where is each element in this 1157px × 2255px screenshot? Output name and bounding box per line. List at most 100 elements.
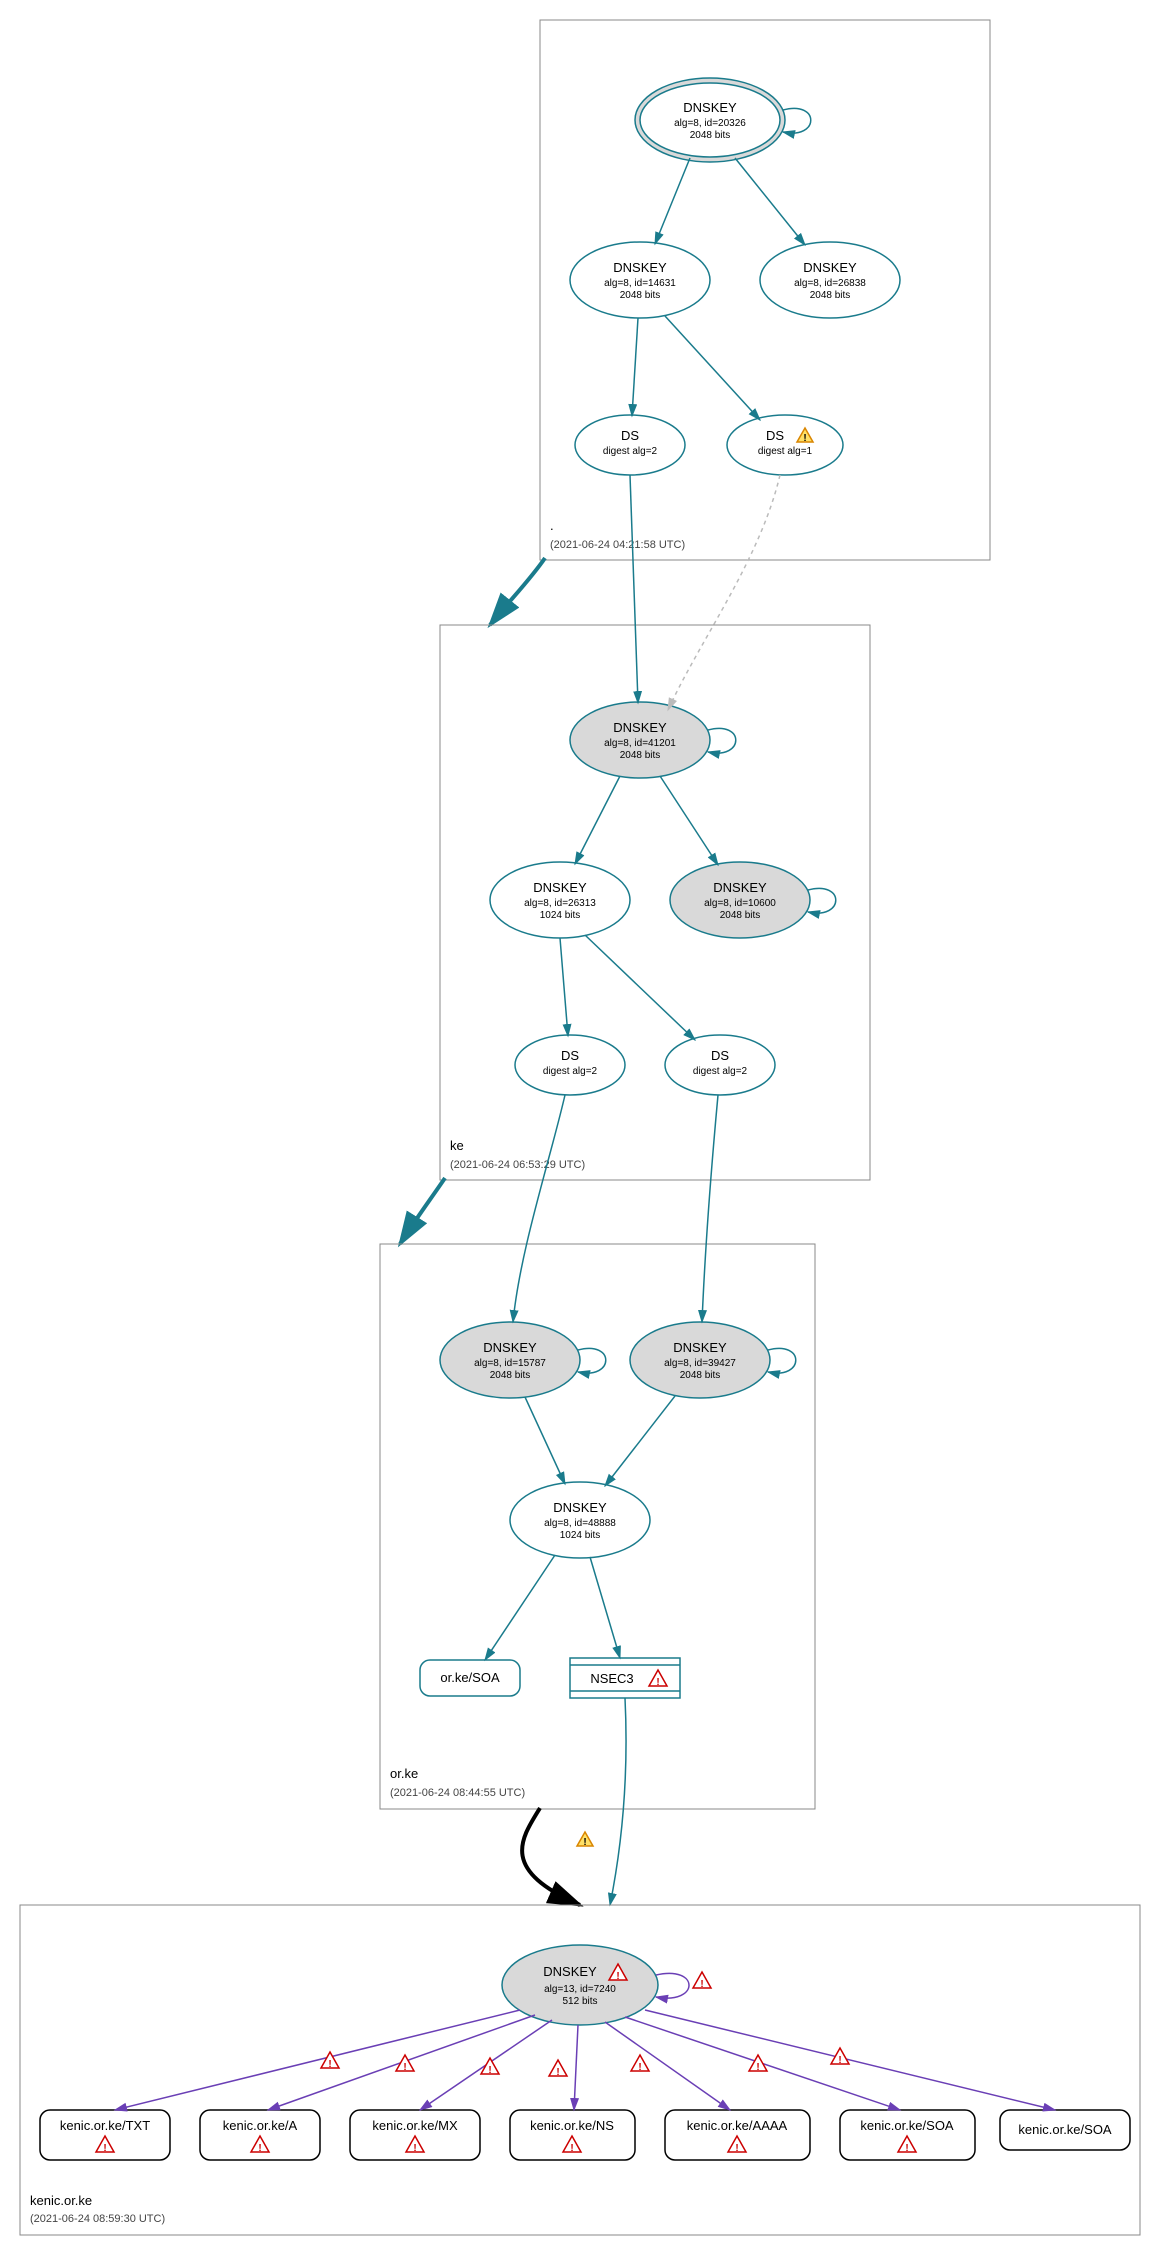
svg-text:2048 bits: 2048 bits: [680, 1370, 721, 1381]
svg-text:!: !: [803, 433, 806, 444]
edge-orke-ksk2-self: [768, 1348, 796, 1373]
svg-text:alg=8, id=41201: alg=8, id=41201: [604, 738, 676, 749]
edge-deleg-root-ke: [490, 558, 545, 625]
svg-text:DS: DS: [766, 428, 784, 443]
node-ke-ds1[interactable]: DS digest alg=2: [515, 1035, 625, 1095]
svg-text:2048 bits: 2048 bits: [490, 1370, 531, 1381]
node-kenic-mx[interactable]: kenic.or.ke/MX!: [350, 2110, 480, 2160]
node-ke-zsk1[interactable]: DNSKEY alg=8, id=26313 1024 bits: [490, 862, 630, 938]
svg-text:512 bits: 512 bits: [562, 1996, 597, 2007]
edge-root-ksk-self: [783, 108, 811, 133]
svg-text:!: !: [905, 2143, 908, 2154]
node-kenic-ns[interactable]: kenic.or.ke/NS!: [510, 2110, 635, 2160]
zone-kenic-label: kenic.or.ke: [30, 2193, 92, 2208]
edge-key-soa2: [645, 2010, 1055, 2110]
svg-text:alg=8, id=48888: alg=8, id=48888: [544, 1518, 616, 1529]
node-orke-zsk[interactable]: DNSKEY alg=8, id=48888 1024 bits: [510, 1482, 650, 1558]
svg-text:2048 bits: 2048 bits: [620, 290, 661, 301]
edge-orkezsk-soa: [485, 1555, 555, 1660]
svg-text:DS: DS: [561, 1048, 579, 1063]
zone-root-timestamp: (2021-06-24 04:21:58 UTC): [550, 539, 685, 551]
node-orke-ksk2[interactable]: DNSKEY alg=8, id=39427 2048 bits: [630, 1322, 770, 1398]
node-root-ksk[interactable]: DNSKEY alg=8, id=20326 2048 bits: [635, 78, 785, 162]
node-root-zsk2[interactable]: DNSKEY alg=8, id=26838 2048 bits: [760, 242, 900, 318]
svg-text:DNSKEY: DNSKEY: [533, 880, 587, 895]
edge-ke-ds1-orke-ksk1: [513, 1095, 565, 1322]
edge-kezsk1-ds1: [560, 938, 568, 1036]
svg-text:digest alg=1: digest alg=1: [758, 446, 813, 457]
node-kenic-key[interactable]: DNSKEY ! alg=13, id=7240 512 bits: [502, 1945, 658, 2025]
edge-deleg-orke-kenic: [522, 1808, 580, 1905]
edge-deleg-ke-orke: [400, 1178, 445, 1244]
svg-text:!: !: [735, 2143, 738, 2154]
node-root-ds2[interactable]: DS digest alg=1 !: [727, 415, 843, 475]
edge-zsk1-ds1: [632, 318, 638, 416]
node-kenic-soa2[interactable]: kenic.or.ke/SOA: [1000, 2110, 1130, 2150]
node-ke-zsk2[interactable]: DNSKEY alg=8, id=10600 2048 bits: [670, 862, 810, 938]
zone-orke-label: or.ke: [390, 1766, 418, 1781]
svg-text:kenic.or.ke/SOA: kenic.or.ke/SOA: [1018, 2122, 1112, 2137]
svg-text:alg=13, id=7240: alg=13, id=7240: [544, 1984, 616, 1995]
svg-text:alg=8, id=26313: alg=8, id=26313: [524, 898, 596, 909]
svg-text:!: !: [258, 2143, 261, 2154]
svg-text:digest alg=2: digest alg=2: [603, 446, 658, 457]
svg-text:DNSKEY: DNSKEY: [613, 260, 667, 275]
node-kenic-a[interactable]: kenic.or.ke/A!: [200, 2110, 320, 2160]
node-orke-ksk1[interactable]: DNSKEY alg=8, id=15787 2048 bits: [440, 1322, 580, 1398]
svg-text:!: !: [838, 2055, 841, 2066]
zone-ke-timestamp: (2021-06-24 06:53:29 UTC): [450, 1159, 585, 1171]
svg-text:!: !: [756, 2062, 759, 2073]
node-kenic-aaaa[interactable]: kenic.or.ke/AAAA!: [665, 2110, 810, 2160]
error-icon: !: [631, 2055, 649, 2073]
svg-text:1024 bits: 1024 bits: [560, 1530, 601, 1541]
zone-orke: or.ke (2021-06-24 08:44:55 UTC) DNSKEY a…: [380, 1095, 815, 1809]
edge-zsk1-ds2: [665, 316, 760, 420]
svg-text:kenic.or.ke/AAAA: kenic.or.ke/AAAA: [687, 2118, 788, 2133]
svg-text:!: !: [616, 1971, 619, 1982]
edge-ke-zsk2-self: [808, 888, 836, 913]
svg-text:2048 bits: 2048 bits: [690, 130, 731, 141]
edge-key-txt: [115, 2010, 520, 2110]
edge-keksk-zsk2: [660, 776, 718, 865]
node-kenic-txt[interactable]: kenic.or.ke/TXT!: [40, 2110, 170, 2160]
edge-kezsk1-ds2: [585, 935, 695, 1040]
svg-text:!: !: [488, 2065, 491, 2076]
node-orke-soa[interactable]: or.ke/SOA: [420, 1660, 520, 1696]
edge-nsec3-kenic: [610, 1698, 626, 1905]
svg-text:NSEC3: NSEC3: [590, 1671, 633, 1686]
svg-text:DS: DS: [621, 428, 639, 443]
edge-orkeksk2-zsk: [605, 1396, 675, 1486]
svg-text:!: !: [570, 2143, 573, 2154]
svg-text:alg=8, id=39427: alg=8, id=39427: [664, 1358, 736, 1369]
node-orke-nsec3[interactable]: NSEC3 !: [570, 1658, 680, 1698]
svg-text:!: !: [413, 2143, 416, 2154]
node-root-zsk1[interactable]: DNSKEY alg=8, id=14631 2048 bits: [570, 242, 710, 318]
svg-text:!: !: [638, 2062, 641, 2073]
zone-kenic-timestamp: (2021-06-24 08:59:30 UTC): [30, 2213, 165, 2225]
svg-text:digest alg=2: digest alg=2: [543, 1066, 598, 1077]
svg-text:or.ke/SOA: or.ke/SOA: [440, 1670, 500, 1685]
edge-orke-ksk1-self: [578, 1348, 606, 1373]
edge-rootksk-zsk1: [655, 158, 690, 244]
svg-text:alg=8, id=20326: alg=8, id=20326: [674, 118, 746, 129]
svg-text:DNSKEY: DNSKEY: [613, 720, 667, 735]
svg-text:DNSKEY: DNSKEY: [543, 1964, 597, 1979]
svg-text:!: !: [583, 1837, 586, 1848]
zone-kenic: kenic.or.ke (2021-06-24 08:59:30 UTC) DN…: [20, 1905, 1140, 2235]
svg-text:DS: DS: [711, 1048, 729, 1063]
node-root-ds1[interactable]: DS digest alg=2: [575, 415, 685, 475]
svg-text:kenic.or.ke/NS: kenic.or.ke/NS: [530, 2118, 614, 2133]
zone-orke-timestamp: (2021-06-24 08:44:55 UTC): [390, 1787, 525, 1799]
svg-text:kenic.or.ke/TXT: kenic.or.ke/TXT: [60, 2118, 150, 2133]
svg-text:2048 bits: 2048 bits: [810, 290, 851, 301]
svg-text:!: !: [403, 2062, 406, 2073]
svg-text:DNSKEY: DNSKEY: [713, 880, 767, 895]
svg-text:DNSKEY: DNSKEY: [673, 1340, 727, 1355]
edge-orkezsk-nsec3: [590, 1557, 620, 1658]
svg-text:DNSKEY: DNSKEY: [483, 1340, 537, 1355]
node-ke-ksk[interactable]: DNSKEY alg=8, id=41201 2048 bits: [570, 702, 710, 778]
edge-keksk-zsk1: [575, 776, 620, 864]
node-ke-ds2[interactable]: DS digest alg=2: [665, 1035, 775, 1095]
svg-text:1024 bits: 1024 bits: [540, 910, 581, 921]
node-kenic-soa1[interactable]: kenic.or.ke/SOA!: [840, 2110, 975, 2160]
